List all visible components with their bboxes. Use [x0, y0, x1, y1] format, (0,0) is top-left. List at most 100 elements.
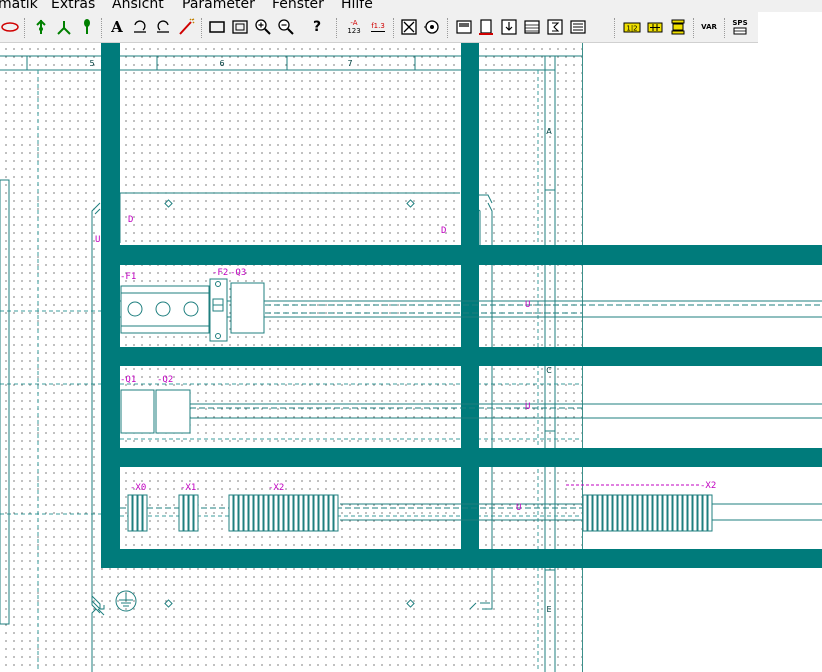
device-q3[interactable] — [230, 282, 265, 334]
ground-symbol — [115, 590, 137, 612]
terminal — [622, 494, 628, 532]
wire-junction-icon[interactable] — [54, 17, 74, 37]
terminal-block-x0[interactable] — [127, 494, 148, 532]
menu-schematik[interactable]: matik — [0, 0, 38, 12]
label-x0: -X0 — [130, 483, 146, 493]
wire-up-icon[interactable] — [31, 17, 51, 37]
svg-text:1|2: 1|2 — [626, 25, 637, 33]
terminal-block-x2[interactable] — [228, 494, 339, 532]
table-view-icon[interactable] — [522, 17, 542, 37]
terminal — [188, 494, 194, 532]
terminal-block-x2-right[interactable] — [582, 494, 713, 532]
plc-button[interactable]: SPS — [730, 17, 750, 37]
wire-end-icon[interactable] — [77, 17, 97, 37]
row-label-e: E — [546, 605, 551, 614]
export-list-icon[interactable] — [499, 17, 519, 37]
menu-parameter[interactable]: Parameter — [182, 0, 255, 12]
dashed-guides — [0, 70, 582, 672]
drawing-canvas[interactable]: 5 6 7 A C E -F1 -F2 -Q3 -Q1 -Q2 -X0 -X1 … — [0, 43, 822, 672]
device-q1[interactable] — [120, 389, 155, 434]
terminal — [607, 494, 613, 532]
terminal — [253, 494, 259, 532]
page-view-icon[interactable] — [454, 17, 474, 37]
terminal — [333, 494, 339, 532]
terminal — [632, 494, 638, 532]
device-f2[interactable] — [209, 278, 228, 342]
sps-label: SPS — [732, 19, 748, 27]
terminal — [697, 494, 703, 532]
ellipse-tool-icon[interactable] — [0, 17, 20, 37]
row-label-c: C — [546, 366, 552, 375]
mounting-hole — [406, 199, 415, 208]
marker-u: U — [95, 235, 100, 245]
cross-reference-line — [371, 31, 385, 32]
toolbar-separator — [614, 18, 616, 38]
cable-icon[interactable] — [645, 17, 665, 37]
toolbar-separator — [101, 18, 103, 38]
toolbar-separator — [201, 18, 203, 38]
device-f1[interactable] — [120, 285, 210, 334]
terminal — [313, 494, 319, 532]
zoom-in-icon[interactable] — [253, 17, 273, 37]
terminal — [587, 494, 593, 532]
terminal-strip-icon[interactable]: 1|2 — [622, 17, 642, 37]
rotate-text-icon[interactable] — [130, 17, 150, 37]
menu-extras[interactable]: Extras — [51, 0, 95, 12]
terminal — [233, 494, 239, 532]
terminal — [637, 494, 643, 532]
device-q2[interactable] — [155, 389, 191, 434]
mounting-plate-outline — [119, 192, 460, 243]
terminal — [667, 494, 673, 532]
terminal — [243, 494, 249, 532]
help-button[interactable]: ? — [307, 17, 327, 37]
terminal-list-icon[interactable] — [568, 17, 588, 37]
cross-reference-button[interactable]: f1.3 — [368, 17, 388, 37]
menu-fenster[interactable]: Fenster — [272, 0, 324, 12]
cabinet-door-outline — [91, 202, 493, 672]
mounting-hole — [164, 199, 173, 208]
mirror-text-icon[interactable] — [153, 17, 173, 37]
variable-button[interactable]: VAR — [699, 17, 719, 37]
rail-gaps — [461, 245, 479, 265]
device-list-icon[interactable] — [476, 17, 496, 37]
label-f1: -F1 — [120, 272, 136, 282]
rectangle-tool-icon[interactable] — [207, 17, 227, 37]
marker-u: U — [525, 300, 530, 310]
terminal — [602, 494, 608, 532]
toolbar-separator — [24, 18, 26, 38]
terminal-block-x1[interactable] — [178, 494, 199, 532]
label-q2: -Q2 — [157, 375, 173, 385]
label-q1: -Q1 — [120, 375, 136, 385]
schematic-drawing[interactable]: 5 6 7 A C E -F1 -F2 -Q3 -Q1 -Q2 -X0 -X1 … — [0, 43, 822, 672]
plug-icon[interactable] — [668, 17, 688, 37]
label-x2-right: -X2 — [700, 481, 716, 491]
terminal — [662, 494, 668, 532]
terminal — [137, 494, 143, 532]
terminal — [323, 494, 329, 532]
terminal — [288, 494, 294, 532]
menu-bar: matik Extras Ansicht Parameter Fenster H… — [0, 0, 822, 12]
f13-label: f1.3 — [371, 22, 385, 30]
motor-symbol-icon[interactable] — [422, 17, 442, 37]
terminal — [278, 494, 284, 532]
menu-hilfe[interactable]: Hilfe — [341, 0, 373, 12]
sum-list-icon[interactable] — [545, 17, 565, 37]
toolbar-separator — [447, 18, 449, 38]
magic-wand-icon[interactable] — [176, 17, 196, 37]
toolbar-separator — [724, 18, 726, 38]
terminal — [268, 494, 274, 532]
zoom-fit-icon[interactable] — [230, 17, 250, 37]
terminal — [657, 494, 663, 532]
text-tool-button[interactable]: A — [107, 17, 127, 37]
zoom-out-icon[interactable] — [276, 17, 296, 37]
terminal — [612, 494, 618, 532]
terminal — [132, 494, 138, 532]
component-tool-icon[interactable] — [399, 17, 419, 37]
terminal — [318, 494, 324, 532]
column-label-6: 6 — [219, 59, 224, 68]
numbering-button[interactable]: -A 123 — [344, 17, 364, 37]
terminal — [652, 494, 658, 532]
menu-ansicht[interactable]: Ansicht — [112, 0, 164, 12]
terminal — [692, 494, 698, 532]
terminal — [677, 494, 683, 532]
